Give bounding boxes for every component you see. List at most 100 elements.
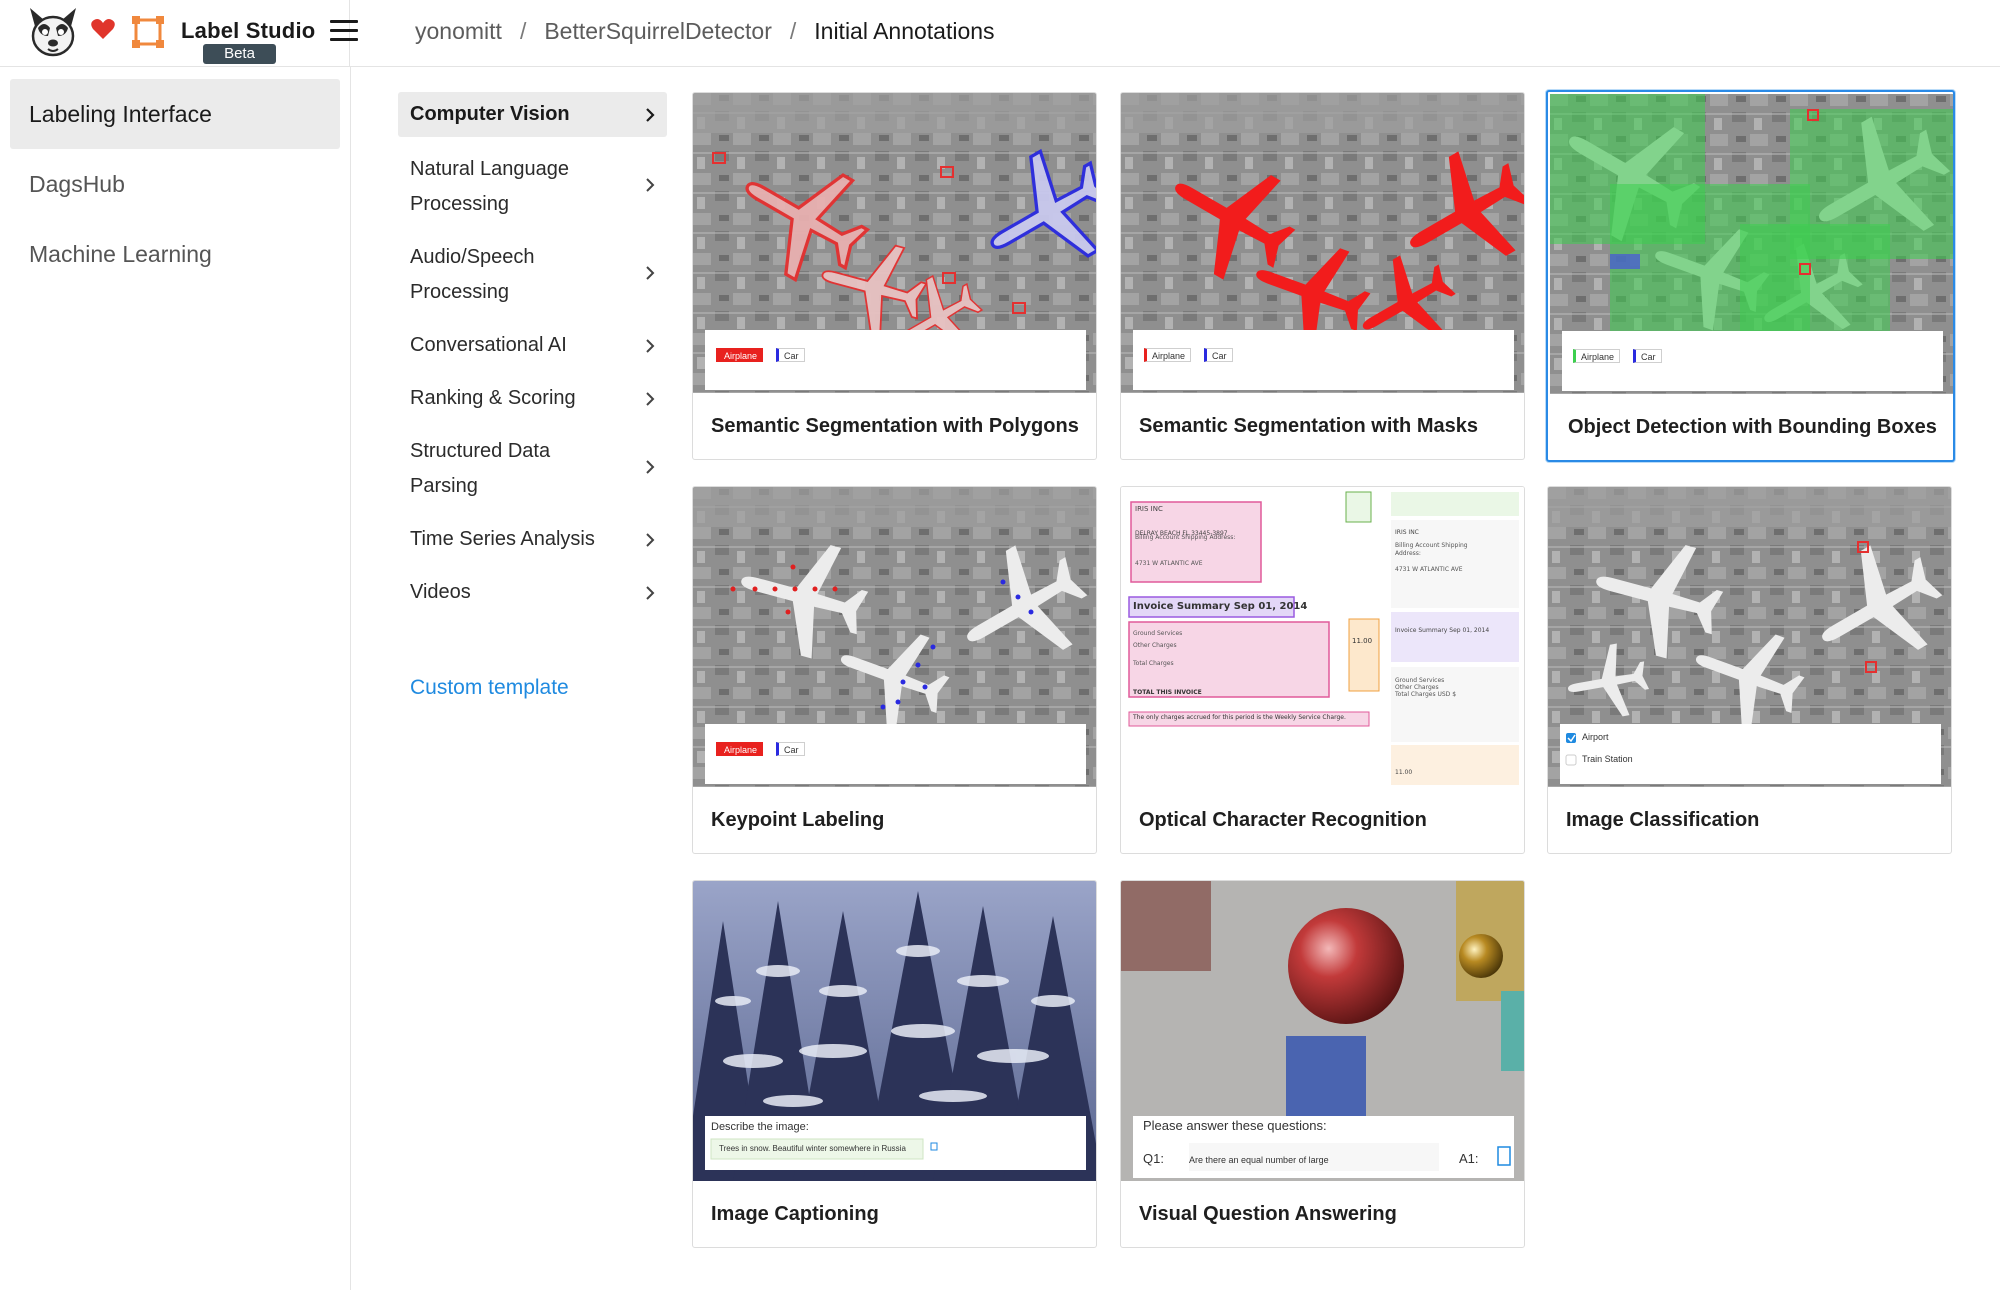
template-title: Image Classification: [1566, 809, 1759, 832]
chevron-right-icon: [643, 586, 657, 600]
label-tag-car: Car: [1204, 348, 1233, 362]
breadcrumb-project[interactable]: BetterSquirrelDetector: [544, 18, 772, 44]
template-title: Image Captioning: [711, 1203, 879, 1226]
svg-text:4731 W ATLANTIC AVE: 4731 W ATLANTIC AVE: [1395, 566, 1463, 573]
ocr-total: TOTAL THIS INVOICE: [1133, 689, 1202, 696]
category-label: Audio/Speech Processing: [410, 240, 610, 310]
chevron-right-icon: [643, 108, 657, 122]
brand-area: Label Studio Beta: [0, 0, 350, 67]
sidebar-item-dagshub[interactable]: DagsHub: [10, 149, 340, 219]
app-name: Label Studio: [181, 18, 315, 44]
vqa-question-label: Q1:: [1143, 1151, 1164, 1166]
chevron-right-icon: [643, 339, 657, 353]
label-tag-car: Car: [776, 742, 805, 756]
chevron-right-icon: [643, 460, 657, 474]
chevron-right-icon: [643, 392, 657, 406]
template-card-optical-character-recognition[interactable]: Billing Account Shipping Address: 4731 W…: [1120, 486, 1525, 854]
category-ranking-scoring[interactable]: Ranking & Scoring: [398, 379, 667, 419]
ocr-company: IRIS INC: [1135, 505, 1163, 513]
category-label: Videos: [410, 575, 610, 610]
svg-text:Ground Services: Ground Services: [1395, 677, 1444, 684]
category-label: Ranking & Scoring: [410, 381, 610, 416]
category-label: Natural Language Processing: [410, 152, 610, 222]
template-card-semantic-segmentation-polygons[interactable]: Airplane Car Semantic Segmentation with …: [692, 92, 1097, 460]
template-thumbnail: Please answer these questions: Q1: Are t…: [1121, 881, 1524, 1181]
template-title: Optical Character Recognition: [1139, 809, 1427, 832]
chevron-right-icon: [643, 178, 657, 192]
category-conversational-ai[interactable]: Conversational AI: [398, 326, 667, 366]
category-label: Conversational AI: [410, 328, 610, 363]
settings-sidebar: Labeling Interface DagsHub Machine Learn…: [0, 67, 351, 1290]
ocr-footer: The only charges accrued for this period…: [1133, 714, 1346, 721]
category-videos[interactable]: Videos: [398, 573, 667, 613]
template-title: Object Detection with Bounding Boxes: [1568, 416, 1937, 439]
label-tag-car: Car: [776, 348, 805, 362]
category-label: Time Series Analysis: [410, 522, 610, 557]
label-tag-car: Car: [1633, 349, 1662, 363]
chevron-right-icon: [643, 266, 657, 280]
svg-text:Total Charges USD $: Total Charges USD $: [1394, 691, 1456, 698]
template-title: Visual Question Answering: [1139, 1203, 1397, 1226]
template-card-visual-question-answering[interactable]: Please answer these questions: Q1: Are t…: [1120, 880, 1525, 1248]
svg-text:Ground Services: Ground Services: [1133, 630, 1182, 637]
svg-text:Other Charges: Other Charges: [1395, 684, 1439, 691]
ocr-panel-company: IRIS INC: [1395, 529, 1419, 536]
category-computer-vision[interactable]: Computer Vision: [398, 92, 667, 137]
vqa-answer-label: A1:: [1459, 1151, 1479, 1166]
svg-text:Total Charges: Total Charges: [1132, 660, 1174, 667]
ocr-amount: 11.00: [1352, 637, 1372, 645]
heart-icon: [90, 17, 116, 41]
category-label: Structured Data Parsing: [410, 434, 610, 504]
choice-train-station: Train Station: [1582, 754, 1633, 764]
top-bar: Label Studio Beta yonomitt/BetterSquirre…: [0, 0, 2000, 67]
beta-badge: Beta: [203, 44, 276, 64]
template-thumbnail: Billing Account Shipping Address: 4731 W…: [1121, 487, 1524, 787]
template-card-keypoint-labeling[interactable]: Airplane Car Keypoint Labeling: [692, 486, 1097, 854]
label-tag-airplane: Airplane: [1144, 348, 1191, 362]
template-card-image-classification[interactable]: Airport Train Station Image Classificati…: [1547, 486, 1952, 854]
category-audio-speech-processing[interactable]: Audio/Speech Processing: [398, 238, 667, 313]
template-card-object-detection-bounding-boxes[interactable]: Airplane Car Object Detection with Bound…: [1546, 90, 1955, 462]
template-card-image-captioning[interactable]: Describe the image: Trees in snow. Beaut…: [692, 880, 1097, 1248]
breadcrumb: yonomitt/BetterSquirrelDetector/Initial …: [415, 18, 995, 45]
svg-text:Address:: Address:: [1395, 550, 1421, 557]
category-structured-data-parsing[interactable]: Structured Data Parsing: [398, 432, 667, 507]
category-label: Computer Vision: [410, 97, 610, 132]
ocr-panel-amount: 11.00: [1395, 769, 1412, 776]
template-thumbnail: Airplane Car: [693, 93, 1096, 393]
chevron-right-icon: [643, 533, 657, 547]
label-studio-logo-icon: [131, 15, 165, 49]
ocr-invoice-title: Invoice Summary Sep 01, 2014: [1133, 601, 1307, 612]
custom-template-link[interactable]: Custom template: [410, 676, 569, 700]
hamburger-menu-icon[interactable]: [330, 20, 358, 44]
vqa-prompt: Please answer these questions:: [1143, 1118, 1327, 1133]
template-thumbnail: Airplane Car: [1121, 93, 1524, 393]
ocr-city: DELRAY BEACH FL 33445-3897: [1135, 530, 1228, 537]
vqa-question-text: Are there an equal number of large: [1189, 1155, 1329, 1165]
breadcrumb-user[interactable]: yonomitt: [415, 18, 502, 44]
label-tag-airplane: Airplane: [1573, 349, 1620, 363]
template-thumbnail: Airport Train Station: [1548, 487, 1951, 787]
svg-text:Billing Account Shipping: Billing Account Shipping: [1395, 542, 1468, 549]
template-title: Semantic Segmentation with Polygons: [711, 415, 1079, 438]
category-natural-language-processing[interactable]: Natural Language Processing: [398, 150, 667, 225]
caption-text: Trees in snow. Beautiful winter somewher…: [719, 1144, 906, 1153]
ocr-panel-invoice: Invoice Summary Sep 01, 2014: [1395, 627, 1489, 634]
template-thumbnail: Describe the image: Trees in snow. Beaut…: [693, 881, 1096, 1181]
template-card-semantic-segmentation-masks[interactable]: Airplane Car Semantic Segmentation with …: [1120, 92, 1525, 460]
label-tag-airplane: Airplane: [716, 742, 763, 756]
category-time-series-analysis[interactable]: Time Series Analysis: [398, 520, 667, 560]
caption-prompt: Describe the image:: [711, 1121, 809, 1133]
sidebar-item-labeling-interface[interactable]: Labeling Interface: [10, 79, 340, 149]
template-title: Semantic Segmentation with Masks: [1139, 415, 1478, 438]
template-thumbnail: Airplane Car: [1550, 94, 1955, 394]
choice-airport: Airport: [1582, 732, 1609, 742]
sidebar-item-machine-learning[interactable]: Machine Learning: [10, 219, 340, 289]
dagshub-dog-logo-icon[interactable]: [26, 6, 80, 58]
label-tag-airplane: Airplane: [716, 348, 763, 362]
breadcrumb-current: Initial Annotations: [814, 18, 994, 44]
svg-text:4731 W ATLANTIC AVE: 4731 W ATLANTIC AVE: [1135, 560, 1203, 567]
template-title: Keypoint Labeling: [711, 809, 884, 832]
svg-text:Other Charges: Other Charges: [1133, 642, 1177, 649]
template-thumbnail: Airplane Car: [693, 487, 1096, 787]
